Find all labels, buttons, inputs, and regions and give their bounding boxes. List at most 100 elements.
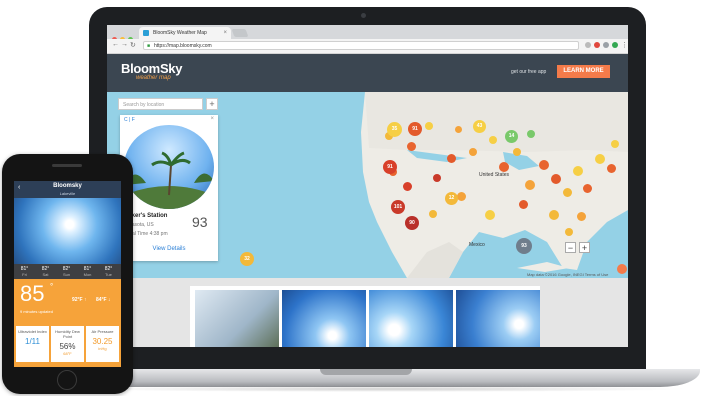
station-dot[interactable] xyxy=(403,182,412,191)
browser-tab[interactable]: BloomSky Weather Map × xyxy=(139,27,231,39)
station-subtitle: Lakeville xyxy=(59,191,76,196)
pressure-card: Air Pressure 30.25 inHg xyxy=(86,326,119,362)
forward-arrow-icon[interactable]: → xyxy=(121,41,128,48)
forecast-day: 82° Sun xyxy=(62,266,71,277)
sky-thumbnail[interactable] xyxy=(369,290,453,347)
station-dot[interactable] xyxy=(433,174,441,182)
forecast-day: 82° Tue xyxy=(104,266,113,277)
station-cluster[interactable]: 43 xyxy=(473,120,486,133)
unit-toggle[interactable]: C | F xyxy=(124,117,135,123)
station-dot[interactable] xyxy=(499,162,509,172)
app-title: Bloomsky xyxy=(53,183,82,189)
forecast-day: 82° Sat xyxy=(41,266,50,277)
station-dot[interactable] xyxy=(539,160,549,170)
station-cluster[interactable]: 101 xyxy=(391,200,405,214)
city-label: Mexico xyxy=(469,242,485,248)
station-cluster[interactable]: 90 xyxy=(405,216,419,230)
station-dot[interactable] xyxy=(513,148,521,156)
station-dot[interactable] xyxy=(565,228,573,236)
sky-thumbnail[interactable] xyxy=(195,290,279,347)
station-dot[interactable] xyxy=(611,140,619,148)
city-label: United States xyxy=(479,172,510,178)
current-temperature: 85 xyxy=(20,281,45,306)
station-dot[interactable] xyxy=(407,142,416,151)
updated-text: 9 minutes updated xyxy=(20,309,53,314)
new-tab-button[interactable] xyxy=(231,29,249,37)
phone-screen: ‹ Bloomsky Lakeville 81° Fri 82° Sat 82° Su… xyxy=(14,181,121,367)
laptop-notch xyxy=(320,369,412,375)
add-location-button[interactable]: + xyxy=(206,98,218,110)
station-cluster[interactable]: 12 xyxy=(445,192,458,205)
high-temp: 92°F ↑ xyxy=(72,297,87,303)
station-dot[interactable] xyxy=(525,180,535,190)
weather-map[interactable]: United States Mexico 35 91 91 93 43 14 1… xyxy=(107,92,628,278)
station-dot[interactable] xyxy=(455,126,462,133)
zoom-in-button[interactable]: + xyxy=(579,242,590,253)
lock-icon: ■ xyxy=(147,43,151,49)
extension-icon[interactable] xyxy=(594,42,600,48)
sky-thumbnail[interactable] xyxy=(282,290,366,347)
zoom-out-button[interactable]: − xyxy=(565,242,576,253)
palm-tree-image xyxy=(124,151,214,209)
station-cluster[interactable]: 14 xyxy=(505,130,518,143)
address-bar: ← → ↻ ■ https://map.bloomsky.com ⋮ xyxy=(107,39,628,54)
current-conditions: 85 ° 9 minutes updated 92°F ↑ 84°F ↓ xyxy=(14,279,121,323)
station-dot[interactable] xyxy=(429,210,437,218)
camera xyxy=(361,13,366,18)
station-cluster[interactable]: 93 xyxy=(516,238,532,254)
station-cluster[interactable]: 91 xyxy=(383,160,397,174)
forecast-row: 81° Fri 82° Sat 82° Sun 81° Mon 82° Tue xyxy=(14,264,121,279)
station-dot[interactable] xyxy=(457,192,466,201)
station-cluster[interactable]: 32 xyxy=(240,252,254,266)
close-icon[interactable]: × xyxy=(210,116,214,122)
site-header: BloomSky weather map get our free app LE… xyxy=(107,54,628,92)
uv-index-card: Ultraviolet Index 1/11 xyxy=(16,326,49,362)
url-input[interactable]: ■ https://map.bloomsky.com xyxy=(143,41,579,50)
star-icon[interactable] xyxy=(585,42,591,48)
menu-icon[interactable]: ⋮ xyxy=(621,41,628,49)
station-dot[interactable] xyxy=(469,148,477,156)
extension-icon[interactable] xyxy=(603,42,609,48)
favicon-icon xyxy=(143,30,149,36)
station-dot[interactable] xyxy=(583,184,592,193)
station-cluster[interactable]: 91 xyxy=(408,122,422,136)
map-attribution[interactable]: Map data ©2016 Google, INEGI Terms of Us… xyxy=(527,272,608,277)
sky-camera-image xyxy=(14,198,121,264)
station-dot[interactable] xyxy=(527,130,535,138)
close-tab-icon[interactable]: × xyxy=(223,27,227,39)
station-dot[interactable] xyxy=(607,164,616,173)
learn-more-button[interactable]: LEARN MORE xyxy=(557,65,610,78)
extension-icon[interactable] xyxy=(612,42,618,48)
station-dot[interactable] xyxy=(577,212,586,221)
get-app-text: get our free app xyxy=(511,69,547,75)
station-cluster[interactable]: 35 xyxy=(387,122,402,137)
home-button[interactable] xyxy=(57,370,77,390)
station-dot[interactable] xyxy=(489,136,497,144)
station-temperature: 93 xyxy=(192,214,208,230)
location-search-input[interactable]: Search by location xyxy=(118,98,203,110)
phone-header: ‹ Bloomsky Lakeville xyxy=(14,181,121,198)
phone: ‹ Bloomsky Lakeville 81° Fri 82° Sat 82° Su… xyxy=(2,154,133,394)
laptop-shadow xyxy=(80,386,690,392)
browser-tab-bar: BloomSky Weather Map × xyxy=(107,25,628,42)
back-arrow-icon[interactable]: ← xyxy=(112,41,119,48)
station-dot[interactable] xyxy=(617,264,627,274)
station-dot[interactable] xyxy=(563,188,572,197)
station-dot[interactable] xyxy=(551,174,561,184)
tab-title: BloomSky Weather Map xyxy=(153,30,207,36)
station-dot[interactable] xyxy=(573,166,583,176)
station-dot[interactable] xyxy=(425,122,433,130)
station-dot[interactable] xyxy=(519,200,528,209)
degree-symbol: ° xyxy=(50,282,54,291)
view-details-link[interactable]: View Details xyxy=(120,246,218,252)
forecast-day: 81° Mon xyxy=(83,266,92,277)
station-dot[interactable] xyxy=(447,154,456,163)
station-dot[interactable] xyxy=(485,210,495,220)
forecast-day: 81° Fri xyxy=(20,266,29,277)
station-card: C | F × Baker's Station Sarasota, US Loc… xyxy=(120,115,218,261)
bloomsky-logo[interactable]: BloomSky xyxy=(121,61,182,76)
sky-thumbnail[interactable] xyxy=(456,290,540,347)
station-dot[interactable] xyxy=(549,210,559,220)
station-dot[interactable] xyxy=(595,154,605,164)
reload-icon[interactable]: ↻ xyxy=(130,41,136,49)
